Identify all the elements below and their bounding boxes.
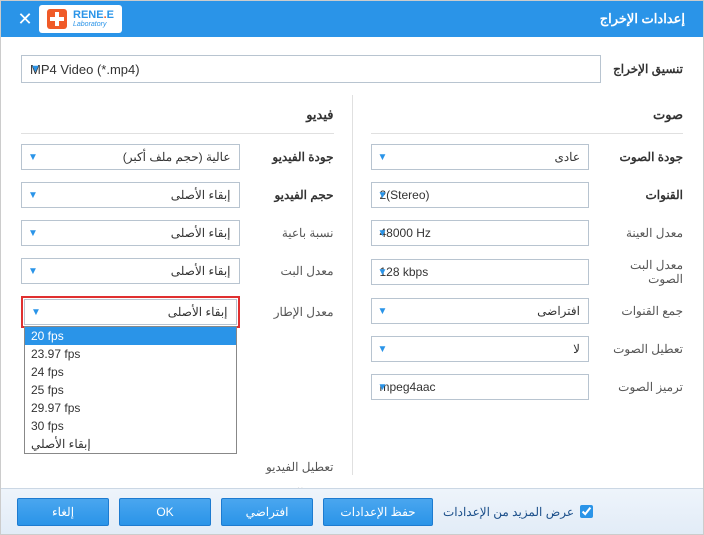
mix-channels-select[interactable]: افتراضى▼ [371,298,590,324]
chevron-down-icon: ▼ [378,344,388,355]
channels-label: القنوات [599,188,683,202]
audio-quality-select[interactable]: عادى▼ [371,144,590,170]
output-format-value: MP4 Video (*.mp4) [30,62,140,77]
video-size-select[interactable]: إبقاء الأصلى▼ [21,182,240,208]
disable-audio-select[interactable]: لا▼ [371,336,590,362]
chevron-down-icon: ▼ [30,63,41,75]
video-quality-select[interactable]: عالية (حجم ملف أكبر)▼ [21,144,240,170]
framerate-option[interactable]: إعدادات مخصصة [25,453,236,454]
video-bitrate-label: معدل البت [250,264,334,278]
aspect-ratio-select[interactable]: إبقاء الأصلى▼ [21,220,240,246]
plus-icon [47,9,67,29]
ok-button[interactable]: OK [119,498,211,526]
framerate-option[interactable]: 30 fps [25,417,236,435]
video-heading: فيديو [21,101,334,134]
channels-select[interactable]: 2(Stereo)▼ [371,182,590,208]
window-title: إعدادات الإخراج [130,11,693,27]
video-size-label: حجم الفيديو [250,188,334,202]
framerate-option[interactable]: 20 fps [25,327,236,345]
framerate-highlight: إبقاء الأصلى▼ 20 fps23.97 fps24 fps25 fp… [21,296,240,328]
audio-codec-select[interactable]: mpeg4aac▼ [371,374,590,400]
audio-quality-label: جودة الصوت [599,150,683,164]
aspect-ratio-label: نسبة باعية [250,226,334,240]
output-format-select[interactable]: MP4 Video (*.mp4) ▼ [21,55,601,83]
default-button[interactable]: افتراضي [221,498,313,526]
framerate-label: معدل الإطار [250,305,334,319]
mix-channels-label: جمع القنوات [599,304,683,318]
framerate-option[interactable]: 29.97 fps [25,399,236,417]
chevron-down-icon: ▼ [378,190,388,201]
video-quality-label: جودة الفيديو [250,150,334,164]
chevron-down-icon: ▼ [28,190,38,201]
chevron-down-icon: ▼ [31,307,41,318]
framerate-select[interactable]: إبقاء الأصلى▼ [24,299,237,325]
framerate-option[interactable]: 25 fps [25,381,236,399]
audio-bitrate-select[interactable]: 128 kbps▼ [371,259,590,285]
samplerate-label: معدل العينة [599,226,683,240]
chevron-down-icon: ▼ [28,266,38,277]
chevron-down-icon: ▼ [378,228,388,239]
audio-bitrate-label: معدل البت الصوت [599,258,683,286]
cancel-button[interactable]: إلغاء [17,498,109,526]
framerate-option[interactable]: 24 fps [25,363,236,381]
framerate-option[interactable]: 23.97 fps [25,345,236,363]
framerate-option[interactable]: إبقاء الأصلي [25,435,236,453]
framerate-dropdown[interactable]: 20 fps23.97 fps24 fps25 fps29.97 fps30 f… [24,326,237,454]
disable-video-label: تعطيل الفيديو [250,460,334,474]
audio-heading: صوت [371,101,684,134]
more-settings-label: عرض المزيد من الإعدادات [443,505,574,519]
chevron-down-icon: ▼ [378,306,388,317]
close-button[interactable]: ✕ [11,9,39,30]
video-bitrate-select[interactable]: إبقاء الأصلى▼ [21,258,240,284]
chevron-down-icon: ▼ [378,152,388,163]
chevron-down-icon: ▼ [28,152,38,163]
save-settings-button[interactable]: حفظ الإعدادات [323,498,433,526]
more-settings-checkbox[interactable] [580,505,593,518]
brand-logo: RENE.E Laboratory [39,5,122,33]
chevron-down-icon: ▼ [378,382,388,393]
audio-codec-label: ترميز الصوت [599,380,683,394]
chevron-down-icon: ▼ [378,267,388,278]
disable-audio-label: تعطيل الصوت [599,342,683,356]
samplerate-select[interactable]: 48000 Hz▼ [371,220,590,246]
chevron-down-icon: ▼ [28,228,38,239]
output-format-label: تنسيق الإخراج [613,62,683,76]
